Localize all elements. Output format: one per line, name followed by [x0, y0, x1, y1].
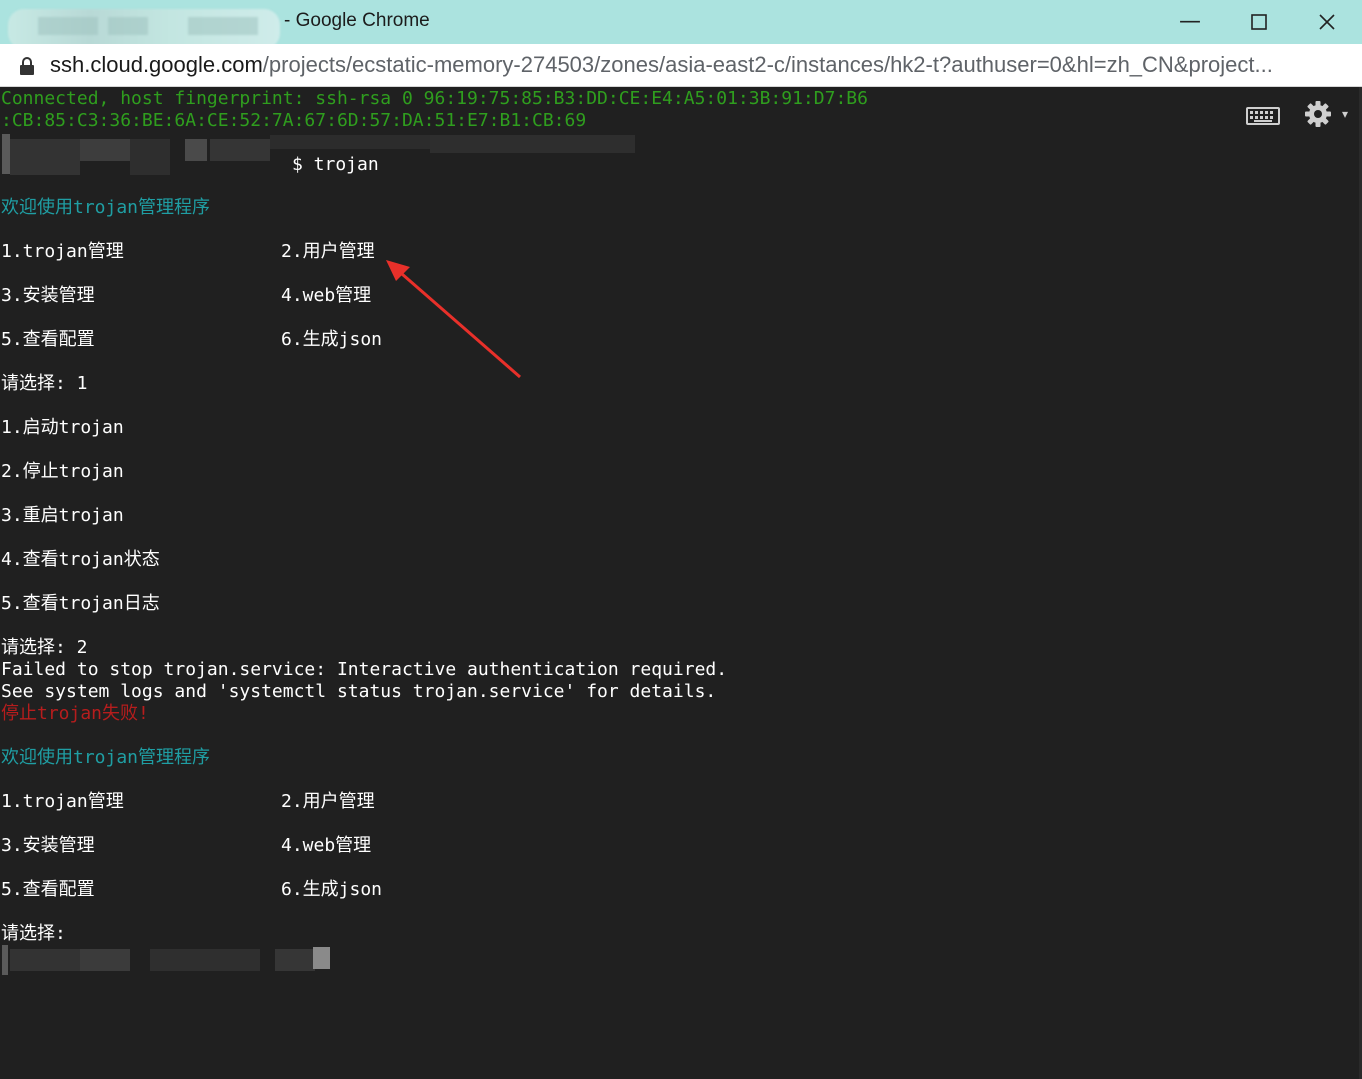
annotation-arrow-icon	[386, 260, 521, 379]
prompt-command: $ trojan	[292, 154, 379, 175]
ssh-terminal[interactable]: Connected, host fingerprint: ssh-rsa 0 9…	[0, 87, 1362, 1079]
menu1-item1: 1.trojan管理	[1, 241, 124, 262]
welcome-line-2: 欢迎使用trojan管理程序	[1, 747, 211, 768]
close-icon	[1319, 14, 1335, 30]
window-title: - Google Chrome	[284, 10, 430, 31]
close-button[interactable]	[1309, 6, 1345, 38]
url-host: ssh.cloud.google.com	[50, 52, 263, 77]
choice-line-2: 请选择: 2	[1, 637, 88, 658]
submenu-item1: 1.启动trojan	[1, 417, 124, 438]
url-text[interactable]: ssh.cloud.google.com/projects/ecstatic-m…	[50, 52, 1273, 78]
fingerprint-line-2: :CB:85:C3:36:BE:6A:CE:52:7A:67:6D:57:DA:…	[1, 110, 587, 131]
submenu-item3: 3.重启trojan	[1, 505, 124, 526]
menu2-item5: 5.查看配置	[1, 879, 95, 900]
welcome-line-1: 欢迎使用trojan管理程序	[1, 197, 211, 218]
menu2-item2: 2.用户管理	[281, 791, 375, 812]
menu1-item6: 6.生成json	[281, 329, 383, 350]
maximize-button[interactable]	[1241, 6, 1277, 38]
menu2-item1: 1.trojan管理	[1, 791, 124, 812]
submenu-item2: 2.停止trojan	[1, 461, 124, 482]
fingerprint-line-1: Connected, host fingerprint: ssh-rsa 0 9…	[1, 88, 868, 109]
url-path: /projects/ecstatic-memory-274503/zones/a…	[262, 52, 1273, 77]
settings-menu[interactable]: ▾	[1304, 100, 1348, 128]
address-bar[interactable]: ssh.cloud.google.com/projects/ecstatic-m…	[0, 44, 1362, 87]
error-line-2: See system logs and 'systemctl status tr…	[1, 681, 717, 702]
submenu-item4: 4.查看trojan状态	[1, 549, 160, 570]
menu1-item5: 5.查看配置	[1, 329, 95, 350]
chevron-down-icon: ▾	[1341, 107, 1348, 121]
error-line-cn: 停止trojan失败!	[1, 703, 149, 724]
choice-line-1: 请选择: 1	[1, 373, 88, 394]
maximize-icon	[1251, 14, 1267, 30]
menu1-item2: 2.用户管理	[281, 241, 375, 262]
menu1-item4: 4.web管理	[281, 285, 372, 306]
menu2-item3: 3.安装管理	[1, 835, 95, 856]
terminal-toolbar: ▾	[1245, 100, 1348, 128]
error-line-1: Failed to stop trojan.service: Interacti…	[1, 659, 728, 680]
blurred-tab-title	[8, 9, 280, 49]
lock-icon	[20, 57, 34, 75]
menu2-item4: 4.web管理	[281, 835, 372, 856]
keyboard-icon[interactable]	[1245, 100, 1281, 128]
submenu-item5: 5.查看trojan日志	[1, 593, 160, 614]
choice-line-3: 请选择:	[1, 923, 66, 944]
minimize-button[interactable]: —	[1172, 6, 1208, 38]
menu1-item3: 3.安装管理	[1, 285, 95, 306]
menu2-item6: 6.生成json	[281, 879, 383, 900]
gear-icon	[1305, 101, 1332, 127]
window-titlebar: - Google Chrome —	[0, 0, 1362, 49]
